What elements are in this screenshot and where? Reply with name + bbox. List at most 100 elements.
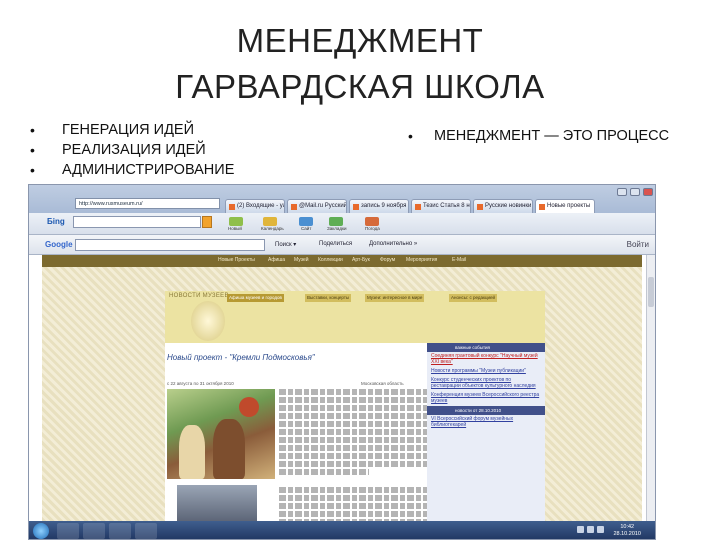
share-button[interactable]: Поделиться <box>319 241 352 247</box>
toolbar-tool-icon[interactable] <box>299 217 313 226</box>
favicon-icon <box>229 203 235 210</box>
header-nav-item[interactable]: Музеи: интересное в мире <box>365 294 425 302</box>
site-logo[interactable]: НОВОСТИ МУЗЕЕВ <box>169 293 229 299</box>
browser-screenshot: http://www.rusmuseum.ru/ (2) Входящие - … <box>28 184 656 540</box>
slide-title-line2: ГАРВАРДСКАЯ ШКОЛА <box>175 68 545 105</box>
taskbar-app-icon[interactable] <box>109 523 131 539</box>
tab-label: Русские новинки <box>485 203 532 209</box>
toolbar-tool-label: Календарь <box>261 226 284 231</box>
header-nav-item[interactable]: Выставки, концерты <box>305 294 352 302</box>
favicon-icon <box>291 203 297 210</box>
browser-tabbar: http://www.rusmuseum.ru/ (2) Входящие - … <box>29 185 655 213</box>
sidebar-date-header: новости от 28.10.2010 <box>427 406 545 415</box>
site-header: НОВОСТИ МУЗЕЕВ Афиша музеев и городов Вы… <box>165 291 545 343</box>
clock-date: 28.10.2010 <box>613 531 641 537</box>
article-photo-second <box>177 485 257 521</box>
browser-tab-active[interactable]: Новые проекты <box>535 199 595 213</box>
browser-tab[interactable]: запись 9 ноября <box>349 199 409 213</box>
browser-tab[interactable]: (2) Входящие - ya... <box>225 199 285 213</box>
favicon-icon <box>477 203 483 210</box>
article-source[interactable]: Московская область <box>361 381 404 386</box>
header-nav-item[interactable]: Анонсы: с редакцией <box>449 294 498 302</box>
sign-in-link[interactable]: Войти <box>627 240 649 249</box>
toolbar-tool-icon[interactable] <box>329 217 343 226</box>
close-icon[interactable] <box>643 188 653 196</box>
sidebar-link[interactable]: Новости программы "Музеи публикации" <box>427 367 545 376</box>
bullet-item: РЕАЛИЗАЦИЯ ИДЕЙ <box>30 140 234 160</box>
site-nav-item[interactable]: E-Mail <box>452 257 466 263</box>
toolbar-search-input[interactable] <box>73 216 201 228</box>
toolbar-tool-label: Погода <box>365 226 380 231</box>
site-nav-item[interactable]: Мероприятия <box>406 257 437 263</box>
bullet-item: МЕНЕДЖМЕНТ — ЭТО ПРОЦЕСС <box>408 126 669 146</box>
tray-icon[interactable] <box>587 526 594 533</box>
google-toolbar: Google Поиск ▾ Поделиться Дополнительно … <box>29 235 655 255</box>
google-logo: Google <box>45 240 73 249</box>
site-nav-item[interactable]: Форум <box>380 257 395 263</box>
browser-tabs: (2) Входящие - ya... @Mail.ru Русский за… <box>225 199 595 213</box>
start-button[interactable] <box>33 523 49 539</box>
browser-tab[interactable]: @Mail.ru Русский <box>287 199 347 213</box>
photo-figure <box>239 397 259 417</box>
search-toolbar: Бing Новый Календарь Сайт Закладки Погод… <box>29 213 655 235</box>
bullet-item: ГЕНЕРАЦИЯ ИДЕЙ <box>30 120 234 140</box>
header-nav-item[interactable]: Афиша музеев и городов <box>227 294 284 302</box>
search-go-button[interactable] <box>202 216 212 228</box>
tray-icon[interactable] <box>577 526 584 533</box>
toolbar-tool-icon[interactable] <box>365 217 379 226</box>
site-page: НОВОСТИ МУЗЕЕВ Афиша музеев и городов Вы… <box>165 291 545 539</box>
taskbar-clock[interactable]: 10:42 28.10.2010 <box>613 524 641 538</box>
article-date: с 22 августа по 31 октября 2010 <box>167 381 234 386</box>
photo-figure <box>213 419 245 479</box>
address-bar[interactable]: http://www.rusmuseum.ru/ <box>75 198 220 209</box>
sidebar-header: важные события <box>427 343 545 352</box>
toolbar-tool-label: Сайт <box>301 226 312 231</box>
taskbar-app-icon[interactable] <box>135 523 157 539</box>
sidebar-link[interactable]: Соединяя грантовый конкурс "Научный музе… <box>427 352 545 367</box>
google-search-button[interactable]: Поиск ▾ <box>275 241 296 248</box>
toolbar-tool-icon[interactable] <box>229 217 243 226</box>
sidebar-link[interactable]: VI Всероссийский форум музейных библиоте… <box>427 415 545 430</box>
article-photo <box>167 389 275 479</box>
toolbar-tool-icon[interactable] <box>263 217 277 226</box>
tray-icon[interactable] <box>597 526 604 533</box>
site-nav-item[interactable]: Коллекции <box>318 257 343 263</box>
scrollbar-thumb[interactable] <box>648 277 654 307</box>
tab-label: запись 9 ноября <box>361 203 407 209</box>
clock-time: 10:42 <box>620 524 635 530</box>
tab-label: @Mail.ru Русский <box>299 203 347 209</box>
windows-taskbar: 10:42 28.10.2010 <box>29 521 655 539</box>
bullet-list-left: ГЕНЕРАЦИЯ ИДЕЙ РЕАЛИЗАЦИЯ ИДЕЙ АДМИНИСТР… <box>30 120 234 180</box>
sidebar-link[interactable]: Конкурс студенческих проектов по реставр… <box>427 376 545 391</box>
sidebar-link[interactable]: Конференция музеев Всероссийского реестр… <box>427 391 545 406</box>
browser-tab[interactable]: Русские новинки <box>473 199 533 213</box>
seal-image <box>191 301 225 341</box>
vertical-scrollbar[interactable] <box>646 255 655 521</box>
tab-label: Новые проекты <box>547 203 591 209</box>
toolbar-tool-label: Закладки <box>327 226 347 231</box>
favicon-icon <box>353 203 359 210</box>
site-nav-item[interactable]: Афиша <box>268 257 285 263</box>
toolbar-tool-label: Новый <box>228 226 242 231</box>
site-nav-item[interactable]: Музей <box>294 257 309 263</box>
site-nav-item[interactable]: Арт-Бук <box>352 257 370 263</box>
bullet-list-right: МЕНЕДЖМЕНТ — ЭТО ПРОЦЕСС <box>408 126 669 146</box>
favicon-icon <box>415 203 421 210</box>
tab-label: (2) Входящие - ya... <box>237 203 284 209</box>
article-title: Новый проект - "Кремли Подмосковья" <box>167 353 315 362</box>
photo-figure <box>179 425 205 479</box>
maximize-icon[interactable] <box>630 188 640 196</box>
bullet-item: АДМИНИСТРИРОВАНИЕ <box>30 160 234 180</box>
taskbar-app-icon[interactable] <box>57 523 79 539</box>
site-nav-item[interactable]: Новые Проекты <box>218 257 255 263</box>
tab-label: Тезис Статья 8 ноя... <box>423 203 470 209</box>
more-button[interactable]: Дополнительно » <box>369 241 417 247</box>
browser-tab[interactable]: Тезис Статья 8 ноя... <box>411 199 471 213</box>
google-search-input[interactable] <box>75 239 265 251</box>
site-sidebar: важные события Соединяя грантовый конкур… <box>427 343 545 521</box>
article-body <box>279 389 429 539</box>
toolbar-logo: Бing <box>47 217 65 226</box>
taskbar-app-icon[interactable] <box>83 523 105 539</box>
site-top-nav: Новые Проекты Афиша Музей Коллекции Арт-… <box>42 255 642 267</box>
minimize-icon[interactable] <box>617 188 627 196</box>
